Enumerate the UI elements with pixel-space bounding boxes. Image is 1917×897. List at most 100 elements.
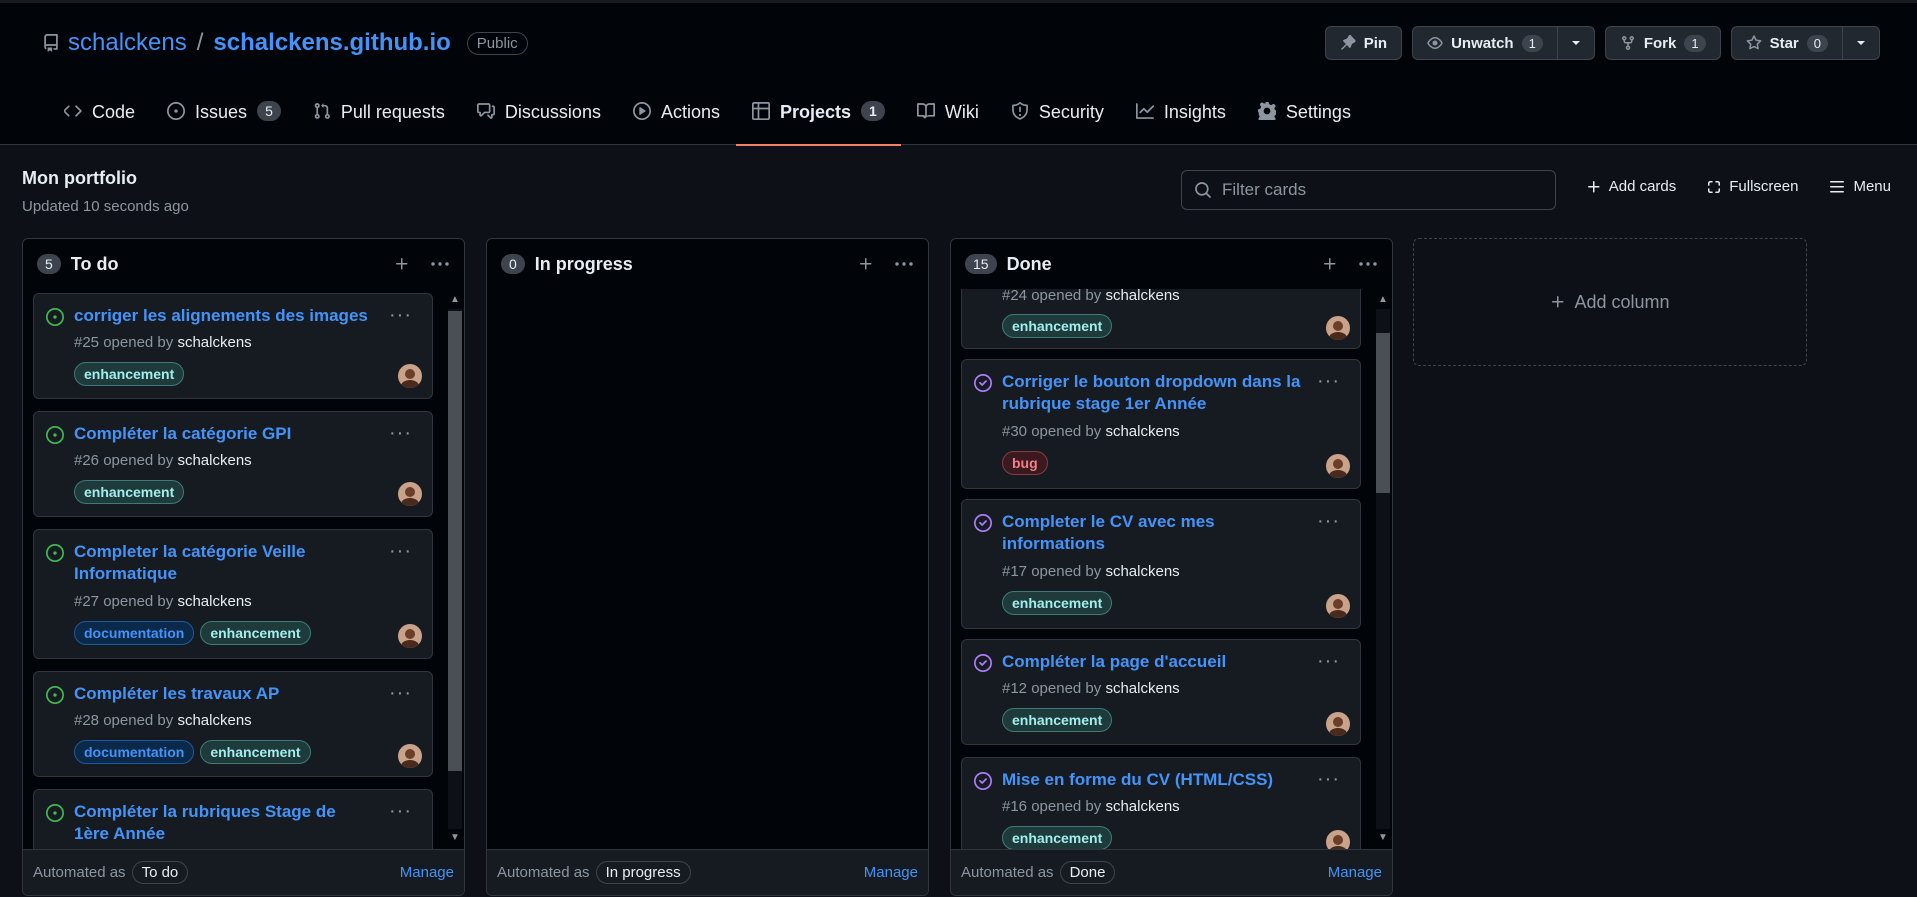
issue-card[interactable]: Compléter les travaux AP ··· #28 opened …: [33, 671, 433, 777]
add-card-plus-icon[interactable]: [394, 256, 410, 272]
label-documentation[interactable]: documentation: [74, 621, 195, 645]
star-button[interactable]: Star 0: [1730, 26, 1843, 60]
card-more-icon[interactable]: ···: [1317, 650, 1340, 673]
pin-button[interactable]: Pin: [1324, 26, 1403, 60]
column-more-icon[interactable]: [894, 256, 914, 272]
card-more-icon[interactable]: ···: [389, 304, 412, 327]
filter-cards-input[interactable]: [1222, 180, 1542, 200]
tab-issues[interactable]: Issues 5: [151, 90, 297, 145]
tab-pull-requests[interactable]: Pull requests: [297, 90, 461, 145]
card-title-link[interactable]: Compléter la catégorie GPI: [74, 423, 374, 445]
label-enhancement[interactable]: enhancement: [74, 480, 185, 504]
avatar[interactable]: [398, 744, 422, 768]
card-title-link[interactable]: Compléter les travaux AP: [74, 683, 374, 705]
issue-card[interactable]: #24 opened by schalckens enhancement: [961, 289, 1361, 349]
scroll-up-icon[interactable]: ▲: [1376, 293, 1390, 307]
tab-discussions[interactable]: Discussions: [461, 90, 617, 145]
issue-card[interactable]: Completer le CV avec mes informations ··…: [961, 499, 1361, 629]
manage-link[interactable]: Manage: [400, 864, 454, 881]
card-title-link[interactable]: Mise en forme du CV (HTML/CSS): [1002, 769, 1302, 791]
column-more-icon[interactable]: [1358, 256, 1378, 272]
scroll-down-icon[interactable]: ▼: [1376, 831, 1390, 845]
column-scrollbar[interactable]: ▲ ▼: [1376, 293, 1390, 845]
card-title-link[interactable]: Completer le CV avec mes informations: [1002, 511, 1302, 555]
avatar[interactable]: [1326, 594, 1350, 618]
issue-card[interactable]: Compléter la page d'accueil ··· #12 open…: [961, 639, 1361, 745]
watch-dropdown-button[interactable]: [1557, 26, 1595, 60]
card-title-link[interactable]: Compléter la page d'accueil: [1002, 651, 1302, 673]
avatar[interactable]: [398, 364, 422, 388]
manage-link[interactable]: Manage: [864, 864, 918, 881]
column-more-icon[interactable]: [430, 256, 450, 272]
card-more-icon[interactable]: ···: [389, 422, 412, 445]
issue-author[interactable]: schalckens: [1105, 423, 1179, 440]
avatar[interactable]: [1326, 454, 1350, 478]
tab-wiki[interactable]: Wiki: [901, 90, 995, 145]
fork-button[interactable]: Fork 1: [1604, 26, 1721, 60]
card-more-icon[interactable]: ···: [1317, 370, 1340, 393]
card-meta: #24 opened by schalckens: [1002, 289, 1180, 304]
tab-security[interactable]: Security: [995, 90, 1120, 145]
label-enhancement[interactable]: enhancement: [1002, 826, 1113, 849]
repo-owner-link[interactable]: schalckens: [68, 29, 187, 57]
label-enhancement[interactable]: enhancement: [1002, 708, 1113, 732]
tab-actions[interactable]: Actions: [617, 90, 736, 145]
add-cards-button[interactable]: Add cards: [1586, 178, 1676, 195]
add-card-plus-icon[interactable]: [1322, 256, 1338, 272]
tab-insights[interactable]: Insights: [1120, 90, 1242, 145]
card-labels: enhancement: [1002, 826, 1113, 849]
label-enhancement[interactable]: enhancement: [200, 740, 311, 764]
label-enhancement[interactable]: enhancement: [200, 621, 311, 645]
unwatch-button[interactable]: Unwatch 1: [1412, 26, 1558, 60]
issue-author[interactable]: schalckens: [1105, 680, 1179, 697]
issue-card[interactable]: Compléter la rubriques Stage de 1ère Ann…: [33, 789, 433, 849]
avatar[interactable]: [1326, 830, 1350, 849]
issue-author[interactable]: schalckens: [1105, 798, 1179, 815]
avatar[interactable]: [398, 624, 422, 648]
avatar[interactable]: [1326, 316, 1350, 340]
repo-name-link[interactable]: schalckens.github.io: [213, 29, 450, 57]
fullscreen-button[interactable]: Fullscreen: [1706, 178, 1798, 195]
card-more-icon[interactable]: ···: [1317, 768, 1340, 791]
tab-code[interactable]: Code: [48, 90, 151, 145]
column-count: 5: [37, 254, 61, 274]
card-title-link[interactable]: Completer la catégorie Veille Informatiq…: [74, 541, 374, 585]
label-bug[interactable]: bug: [1002, 451, 1048, 475]
card-title-link[interactable]: Corriger le bouton dropdown dans la rubr…: [1002, 371, 1302, 415]
issue-author[interactable]: schalckens: [1105, 289, 1179, 304]
issue-author[interactable]: schalckens: [177, 334, 251, 351]
star-dropdown-button[interactable]: [1843, 26, 1880, 60]
issue-card[interactable]: Corriger le bouton dropdown dans la rubr…: [961, 359, 1361, 489]
search-icon: [1194, 181, 1212, 199]
issue-card[interactable]: Compléter la catégorie GPI ··· #26 opene…: [33, 411, 433, 517]
issue-card[interactable]: corriger les alignements des images ··· …: [33, 293, 433, 399]
unwatch-label: Unwatch: [1451, 34, 1514, 52]
issue-author[interactable]: schalckens: [177, 593, 251, 610]
card-more-icon[interactable]: ···: [389, 800, 412, 823]
card-more-icon[interactable]: ···: [389, 682, 412, 705]
label-enhancement[interactable]: enhancement: [1002, 591, 1113, 615]
scroll-up-icon[interactable]: ▲: [448, 293, 462, 307]
card-more-icon[interactable]: ···: [389, 540, 412, 563]
avatar[interactable]: [1326, 712, 1350, 736]
label-enhancement[interactable]: enhancement: [74, 362, 185, 386]
menu-button[interactable]: Menu: [1828, 178, 1891, 195]
label-documentation[interactable]: documentation: [74, 740, 195, 764]
card-title-link[interactable]: Compléter la rubriques Stage de 1ère Ann…: [74, 801, 374, 845]
label-enhancement[interactable]: enhancement: [1002, 314, 1113, 338]
add-column-button[interactable]: Add column: [1413, 238, 1807, 366]
card-title-link[interactable]: corriger les alignements des images: [74, 305, 374, 327]
issue-author[interactable]: schalckens: [1105, 563, 1179, 580]
avatar[interactable]: [398, 482, 422, 506]
tab-projects[interactable]: Projects 1: [735, 90, 901, 146]
scroll-down-icon[interactable]: ▼: [448, 831, 462, 845]
issue-card[interactable]: Mise en forme du CV (HTML/CSS) ··· #16 o…: [961, 757, 1361, 849]
column-scrollbar[interactable]: ▲ ▼: [448, 293, 462, 845]
tab-settings[interactable]: Settings: [1242, 90, 1367, 145]
issue-author[interactable]: schalckens: [177, 712, 251, 729]
issue-card[interactable]: Completer la catégorie Veille Informatiq…: [33, 529, 433, 659]
add-card-plus-icon[interactable]: [858, 256, 874, 272]
card-more-icon[interactable]: ···: [1317, 510, 1340, 533]
manage-link[interactable]: Manage: [1328, 864, 1382, 881]
issue-author[interactable]: schalckens: [177, 452, 251, 469]
